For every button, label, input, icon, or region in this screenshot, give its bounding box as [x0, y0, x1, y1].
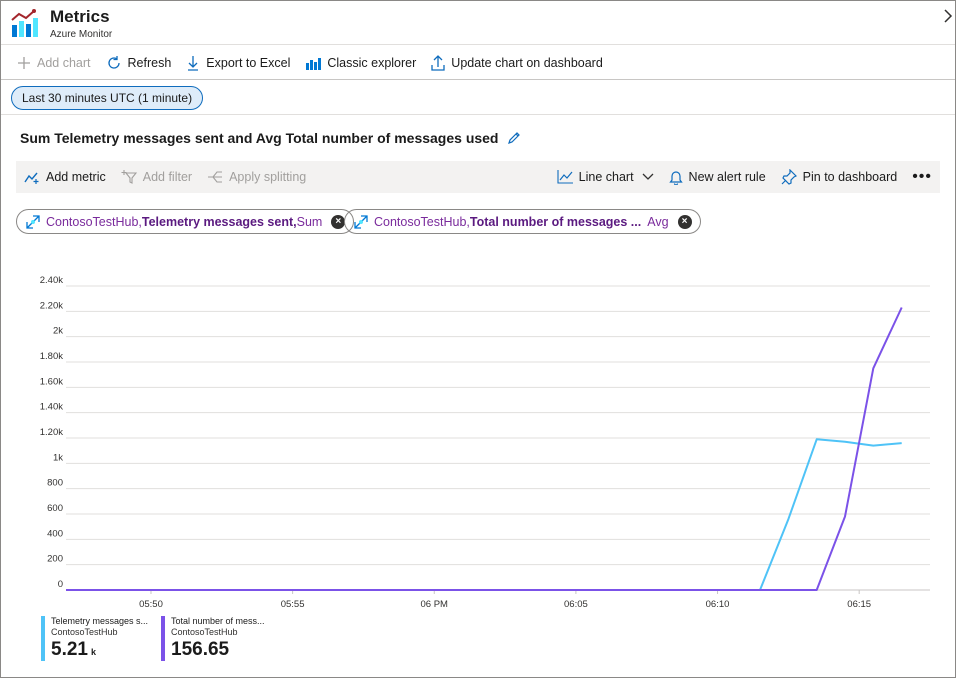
chart-type-label: Line chart — [578, 170, 634, 184]
add-metric-label: Add metric — [46, 170, 106, 184]
legend-color-bar — [41, 616, 45, 661]
divider — [1, 114, 955, 115]
metric-pill-total-messages[interactable]: ContosoTestHub, Total number of messages… — [344, 209, 701, 234]
y-tick-label: 600 — [47, 503, 63, 514]
x-tick-label: 06:15 — [847, 599, 871, 610]
legend-total: 156.65 — [171, 639, 265, 661]
more-options-button[interactable]: ••• — [912, 168, 932, 186]
remove-metric-icon[interactable]: × — [677, 214, 692, 229]
add-chart-button[interactable]: Add chart — [17, 56, 91, 70]
y-tick-label: 1.60k — [40, 376, 63, 387]
metric-resource: ContosoTestHub, — [46, 214, 142, 229]
y-tick-label: 1.40k — [40, 402, 63, 413]
chart-title: Sum Telemetry messages sent and Avg Tota… — [20, 130, 521, 146]
filter-icon — [121, 170, 137, 184]
time-range-picker[interactable]: Last 30 minutes UTC (1 minute) — [11, 86, 204, 110]
split-icon — [208, 171, 223, 183]
new-alert-rule-label: New alert rule — [688, 170, 766, 184]
new-alert-rule-button[interactable]: New alert rule — [668, 169, 766, 185]
legend-total: 5.21 k — [51, 639, 148, 661]
add-chart-label: Add chart — [37, 55, 91, 70]
legend-series-name: Telemetry messages s... — [51, 616, 149, 626]
pin-dashboard-label: Pin to dashboard — [802, 170, 898, 184]
legend-total-unit: k — [90, 647, 96, 657]
iot-hub-icon — [26, 214, 40, 229]
y-tick-label: 200 — [47, 554, 63, 565]
apply-splitting-button[interactable]: Apply splitting — [207, 170, 306, 184]
legend-resource: ContosoTestHub — [171, 627, 238, 637]
refresh-button[interactable]: Refresh — [106, 55, 172, 71]
pin-dashboard-button[interactable]: Pin to dashboard — [781, 169, 898, 185]
classic-explorer-button[interactable]: Classic explorer — [305, 56, 416, 70]
export-excel-label: Export to Excel — [206, 55, 291, 70]
upload-icon — [431, 54, 445, 71]
y-tick-label: 1k — [53, 452, 63, 463]
y-tick-label: 0 — [58, 579, 63, 590]
metric-pill-telemetry[interactable]: ContosoTestHub, Telemetry messages sent,… — [16, 209, 355, 234]
x-tick-label: 05:55 — [281, 599, 305, 610]
legend-resource: ContosoTestHub — [51, 627, 118, 637]
y-tick-label: 2k — [53, 326, 63, 337]
add-filter-button[interactable]: Add filter — [121, 170, 192, 184]
metric-resource: ContosoTestHub, — [374, 214, 470, 229]
metric-aggregation: Avg — [647, 214, 669, 229]
legend-total-value: 156.65 — [171, 639, 230, 660]
metrics-app-icon — [11, 9, 38, 37]
chevron-right-icon[interactable] — [941, 7, 955, 25]
add-metric-icon — [24, 172, 39, 184]
iot-hub-icon — [354, 214, 368, 229]
bell-icon — [668, 171, 683, 185]
add-metric-button[interactable]: Add metric — [24, 170, 106, 184]
pin-icon — [781, 169, 797, 185]
export-excel-button[interactable]: Export to Excel — [186, 55, 290, 71]
y-tick-label: 2.20k — [40, 300, 63, 311]
legend-item-telemetry[interactable]: Telemetry messages s... ContosoTestHub 5… — [41, 616, 148, 662]
legend-total-value: 5.21 — [51, 639, 88, 660]
metric-name: Total number of messages ... — [469, 214, 642, 229]
edit-pencil-icon[interactable] — [507, 131, 521, 145]
y-tick-label: 800 — [47, 478, 63, 489]
refresh-label: Refresh — [127, 55, 172, 70]
y-tick-label: 2.40k — [40, 275, 63, 286]
x-tick-label: 06:10 — [706, 599, 730, 610]
legend-series-name: Total number of mess... — [171, 616, 265, 626]
series-line-1[interactable] — [66, 438, 902, 591]
update-dashboard-label: Update chart on dashboard — [451, 55, 603, 70]
add-filter-label: Add filter — [142, 170, 193, 184]
download-icon — [188, 55, 199, 71]
update-dashboard-button[interactable]: Update chart on dashboard — [431, 54, 603, 71]
refresh-icon — [107, 55, 120, 69]
y-tick-label: 400 — [47, 528, 63, 539]
bar-chart-icon — [306, 57, 322, 70]
x-tick-label: 05:50 — [139, 599, 163, 610]
y-tick-label: 1.80k — [40, 351, 63, 362]
command-bar: Add chart Refresh Export to Excel Classi… — [1, 46, 955, 80]
classic-explorer-label: Classic explorer — [327, 55, 417, 70]
y-tick-label: 1.20k — [40, 427, 63, 438]
line-chart-icon — [557, 170, 573, 184]
metric-aggregation: Sum — [296, 214, 323, 229]
chart-title-text: Sum Telemetry messages sent and Avg Tota… — [20, 130, 499, 146]
metrics-line-chart: 0 200 400 600 800 1k 1.20k 1.40k 1.60k 1.80k 2k 2.2… — [40, 275, 930, 610]
legend-item-total-messages[interactable]: Total number of mess... ContosoTestHub 1… — [161, 616, 265, 662]
plus-icon — [18, 56, 30, 69]
chevron-down-icon — [642, 173, 654, 180]
page-title: Metrics — [50, 7, 110, 26]
apply-splitting-label: Apply splitting — [229, 170, 307, 184]
x-tick-label: 06 PM — [421, 599, 449, 610]
page-subtitle: Azure Monitor — [50, 29, 113, 40]
chart-type-dropdown[interactable]: Line chart — [557, 170, 654, 184]
blade-header: Metrics Azure Monitor — [1, 1, 955, 45]
metric-name: Telemetry messages sent, — [141, 214, 297, 229]
legend-color-bar — [161, 616, 165, 661]
chart-toolbar: Add metric Add filter Apply splitting Li… — [16, 161, 940, 193]
x-tick-label: 06:05 — [564, 599, 588, 610]
